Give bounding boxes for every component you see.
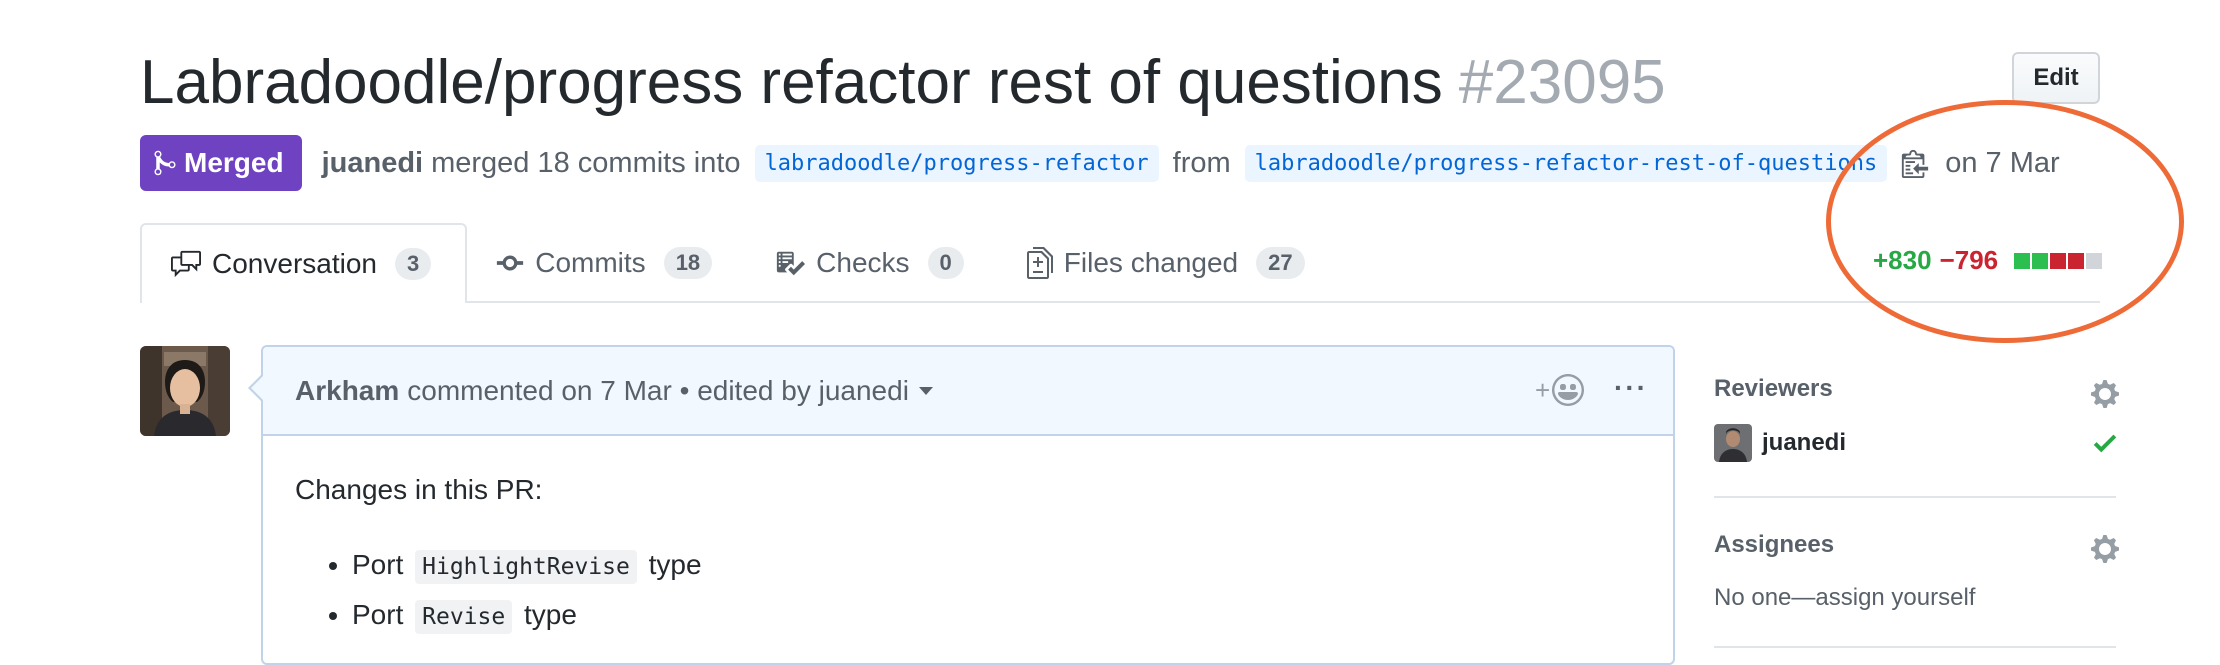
comment-pointer-fill [251, 376, 263, 400]
merge-description: merged 18 commits into [431, 146, 741, 179]
sidebar-divider [1714, 646, 2116, 648]
diffstat-block [2068, 252, 2085, 269]
avatar[interactable] [140, 346, 230, 436]
reviewers-heading: Reviewers [1714, 375, 1833, 402]
comment-header: Arkham commented on 7 Mar • edited by ju… [263, 347, 1673, 436]
base-branch[interactable]: labradoodle/progress-refactor [754, 144, 1159, 182]
diffstat-block [2014, 252, 2031, 269]
list-item-suffix: type [648, 549, 702, 580]
tab-checks-label: Checks [816, 247, 910, 278]
list-item-prefix: Port [352, 549, 404, 580]
reviewer-item[interactable]: juanedi [1714, 424, 1846, 462]
tab-commits[interactable]: Commits 18 [467, 223, 746, 303]
approved-check-icon [2093, 434, 2117, 453]
smiley-icon [1552, 374, 1585, 406]
diffstat-additions: +830 [1873, 245, 1932, 275]
tab-commits-label: Commits [535, 247, 646, 278]
edit-button[interactable]: Edit [2012, 52, 2100, 104]
copy-branch-icon[interactable] [1901, 148, 1929, 178]
reviewer-avatar [1714, 424, 1752, 462]
reviewer-name: juanedi [1762, 429, 1847, 456]
tab-files-changed-label: Files changed [1063, 247, 1239, 278]
pr-author-link[interactable]: juanedi [322, 147, 424, 180]
comment-meta[interactable]: commented on 7 Mar • edited by juanedi [407, 375, 909, 407]
list-item: Port HighlightRevise type [352, 540, 702, 590]
diffstat-block [2086, 252, 2103, 269]
list-item-suffix: type [524, 599, 577, 630]
tab-conversation-count: 3 [394, 248, 432, 280]
add-reaction-plus: + [1535, 374, 1551, 405]
pr-title: Labradoodle/progress refactor rest of qu… [140, 44, 1666, 122]
comment-discussion-icon [171, 250, 201, 278]
diff-icon [1026, 247, 1053, 279]
comment-options-button[interactable]: ··· [1614, 372, 1648, 404]
from-text: from [1172, 146, 1231, 179]
add-reaction-button[interactable]: + [1535, 374, 1585, 406]
merged-badge: Merged [140, 135, 302, 191]
diffstat-blocks [2014, 252, 2103, 269]
diffstat-block [2032, 252, 2049, 269]
checklist-icon [777, 251, 806, 276]
pr-number: #23095 [1458, 48, 1666, 117]
sidebar-divider [1714, 496, 2116, 498]
diffstat-block [2050, 252, 2067, 269]
diffstat-deletions: −796 [1939, 245, 1999, 275]
tab-commits-count: 18 [663, 247, 713, 279]
list-item: Port Revise type [352, 590, 702, 640]
assignees-heading: Assignees [1714, 531, 1835, 558]
list-item-prefix: Port [352, 599, 404, 630]
pr-meta: Merged juanedi merged 18 commits into la… [140, 135, 2062, 191]
diffstat: +830 −796 [1873, 245, 2103, 276]
comment-author-link[interactable]: Arkham [295, 375, 399, 407]
pr-tabs: Conversation 3 Commits 18 Checks 0 Files… [140, 223, 1339, 303]
assignees-gear-icon[interactable] [2090, 533, 2120, 565]
merged-label: Merged [184, 147, 284, 178]
tab-checks[interactable]: Checks 0 [746, 223, 998, 303]
merge-date: on 7 Mar [1945, 146, 2060, 179]
inline-code: Revise [415, 600, 513, 634]
tab-files-changed-count: 27 [1256, 247, 1305, 279]
tab-conversation[interactable]: Conversation 3 [140, 223, 468, 303]
git-merge-icon [154, 150, 176, 176]
tab-checks-count: 0 [927, 247, 964, 279]
head-branch[interactable]: labradoodle/progress-refactor-rest-of-qu… [1244, 144, 1888, 182]
comment-change-list: Port HighlightRevise type Port Revise ty… [310, 540, 702, 640]
comment-intro: Changes in this PR: [295, 474, 543, 505]
pr-title-text: Labradoodle/progress refactor rest of qu… [140, 48, 1443, 117]
edit-history-caret-icon[interactable] [918, 386, 933, 395]
tab-files-changed[interactable]: Files changed 27 [998, 223, 1339, 303]
inline-code: HighlightRevise [415, 550, 637, 584]
reviewers-gear-icon[interactable] [2090, 378, 2120, 410]
git-commit-icon [497, 255, 524, 271]
tab-conversation-label: Conversation [212, 248, 377, 279]
assign-yourself-link[interactable]: No one—assign yourself [1714, 584, 1975, 612]
